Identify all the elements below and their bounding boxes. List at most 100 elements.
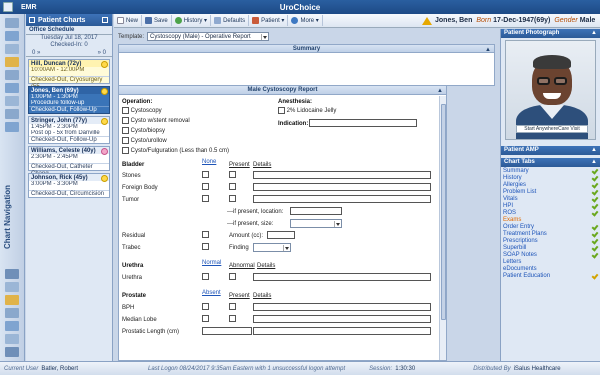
chart-tab-patient-education[interactable]: Patient Education <box>503 272 600 280</box>
tumor-details-input[interactable] <box>253 195 431 203</box>
billing-icon[interactable] <box>5 109 19 119</box>
scrollbar-thumb[interactable] <box>441 104 446 320</box>
stones-details-input[interactable] <box>253 171 431 179</box>
chart-tabs-header[interactable]: Chart Tabs ▲ <box>501 158 600 167</box>
patient-card[interactable]: Stringer, John (77y) 1:45PM - 2:30PM Pos… <box>28 116 110 144</box>
urethra-abnormal-checkbox[interactable] <box>229 273 236 280</box>
stones-present-checkbox[interactable] <box>229 171 236 178</box>
patient-card[interactable]: Hill, Duncan (72y) 10:00AM - 12:00PM Che… <box>28 59 110 90</box>
biopsy-checkbox[interactable] <box>122 127 129 134</box>
schedule-next[interactable]: » 0 <box>98 50 106 56</box>
prostatic-length-details-input[interactable] <box>253 327 431 335</box>
foreign-body-none-checkbox[interactable] <box>202 183 209 190</box>
note-scrollbar[interactable] <box>439 96 446 360</box>
history-button[interactable]: History ▾ <box>172 15 212 26</box>
collapse-caret-icon[interactable]: ▲ <box>591 146 597 155</box>
settings-icon[interactable] <box>5 321 19 331</box>
location-input[interactable] <box>290 207 342 215</box>
residual-checkbox[interactable] <box>202 231 209 238</box>
bph-present-checkbox[interactable] <box>229 303 236 310</box>
image-icon[interactable] <box>5 282 19 292</box>
size-select[interactable] <box>290 219 342 228</box>
chart-navigation-label[interactable]: Chart Navigation <box>3 172 21 262</box>
chart-tab-problem-list[interactable]: Problem List <box>503 188 600 196</box>
template-select[interactable]: Cystoscopy (Male) - Operative Report <box>147 32 270 41</box>
chart-tab-hpi[interactable]: HPI <box>503 202 600 210</box>
patient-card[interactable]: Williams, Celeste (40y) 2:30PM - 2:45PM … <box>28 146 110 177</box>
office-schedule-label[interactable]: Office Schedule <box>26 26 112 35</box>
more-button[interactable]: More ▾ <box>288 15 323 26</box>
start-visit-button[interactable]: Start AnywhereCare Visit <box>516 125 588 133</box>
cystoscopy-checkbox[interactable] <box>122 107 129 114</box>
stones-none-checkbox[interactable] <box>202 171 209 178</box>
amount-input[interactable] <box>267 231 295 239</box>
median-lobe-details-input[interactable] <box>253 315 431 323</box>
trabec-checkbox[interactable] <box>202 243 209 250</box>
stent-removal-checkbox[interactable] <box>122 117 129 124</box>
indication-input[interactable] <box>309 119 417 127</box>
urollow-checkbox[interactable] <box>122 137 129 144</box>
users-icon[interactable] <box>5 295 19 305</box>
documents-icon[interactable] <box>5 70 19 80</box>
patient-photo[interactable]: Start AnywhereCare Visit <box>505 40 596 140</box>
lidocaine-checkbox[interactable] <box>278 107 285 114</box>
new-button[interactable]: New <box>114 15 143 26</box>
none-link[interactable]: None <box>202 159 216 165</box>
tools-icon[interactable] <box>5 269 19 279</box>
schedule-prev[interactable]: 0 » <box>32 50 40 56</box>
patient-amp-header[interactable]: Patient AMP ▲ <box>501 146 600 155</box>
median-lobe-absent-checkbox[interactable] <box>202 315 209 322</box>
save-button[interactable]: Save <box>142 15 172 26</box>
urethra-details-input[interactable] <box>253 273 431 281</box>
chart-tab-ros[interactable]: ROS <box>503 209 600 217</box>
median-lobe-present-checkbox[interactable] <box>229 315 236 322</box>
chart-tab-letters[interactable]: Letters <box>503 259 600 266</box>
summary-header[interactable]: Summary ▲ <box>118 44 495 53</box>
normal-link[interactable]: Normal <box>202 260 221 266</box>
chart-tab-edocuments[interactable]: eDocuments <box>503 266 600 273</box>
urethra-normal-checkbox[interactable] <box>202 273 209 280</box>
reports-icon[interactable] <box>5 96 19 106</box>
chart-tab-superbill[interactable]: Superbill <box>503 244 600 252</box>
patient-photograph-header[interactable]: Patient Photograph ▲ <box>501 29 600 38</box>
patient-card[interactable]: Johnson, Rick (45y) 3:00PM - 3:30PM Chec… <box>28 173 110 198</box>
warning-icon[interactable] <box>422 16 432 25</box>
summary-box[interactable] <box>118 53 495 86</box>
chart-tab-treatment-plans[interactable]: Treatment Plans <box>503 230 600 238</box>
chart-tab-allergies[interactable]: Allergies <box>503 181 600 189</box>
finding-select[interactable] <box>253 243 291 252</box>
lock-icon[interactable] <box>5 308 19 318</box>
report-header[interactable]: Male Cystoscopy Report ▲ <box>119 86 446 95</box>
absent-link[interactable]: Absent <box>202 290 221 296</box>
chart-tab-soap-notes[interactable]: SOAP Notes <box>503 251 600 259</box>
chart-tab-summary[interactable]: Summary <box>503 167 600 175</box>
collapse-caret-icon[interactable]: ▲ <box>485 46 491 54</box>
prostatic-length-input[interactable] <box>202 327 252 335</box>
foreign-body-details-input[interactable] <box>253 183 431 191</box>
logout-icon[interactable] <box>5 347 19 357</box>
schedule-icon[interactable] <box>5 31 19 41</box>
collapse-caret-icon[interactable]: ▲ <box>437 87 443 95</box>
foreign-body-present-checkbox[interactable] <box>229 183 236 190</box>
messages-icon[interactable] <box>5 44 19 54</box>
expand-icon[interactable] <box>102 17 108 23</box>
defaults-button[interactable]: Defaults <box>211 15 250 26</box>
search-icon[interactable] <box>5 122 19 132</box>
app-menu-icon[interactable] <box>3 2 13 12</box>
labs-icon[interactable] <box>5 83 19 93</box>
tasks-icon[interactable] <box>5 57 19 67</box>
collapse-caret-icon[interactable]: ▲ <box>591 29 597 38</box>
chart-tab-order-entry[interactable]: Order Entry <box>503 223 600 231</box>
collapse-caret-icon[interactable]: ▲ <box>591 158 597 167</box>
bph-details-input[interactable] <box>253 303 431 311</box>
chart-tab-history[interactable]: History <box>503 174 600 182</box>
fulguration-checkbox[interactable] <box>122 147 129 154</box>
tumor-present-checkbox[interactable] <box>229 195 236 202</box>
help-icon[interactable] <box>5 334 19 344</box>
tumor-none-checkbox[interactable] <box>202 195 209 202</box>
mail-icon[interactable] <box>5 18 19 28</box>
patient-card[interactable]: Jones, Ben (69y) 1:00PM - 1:30PM Procedu… <box>28 86 110 114</box>
chart-tab-vitals[interactable]: Vitals <box>503 195 600 203</box>
collapse-icon[interactable] <box>29 17 35 23</box>
chart-tab-exams[interactable]: Exams <box>503 217 600 224</box>
